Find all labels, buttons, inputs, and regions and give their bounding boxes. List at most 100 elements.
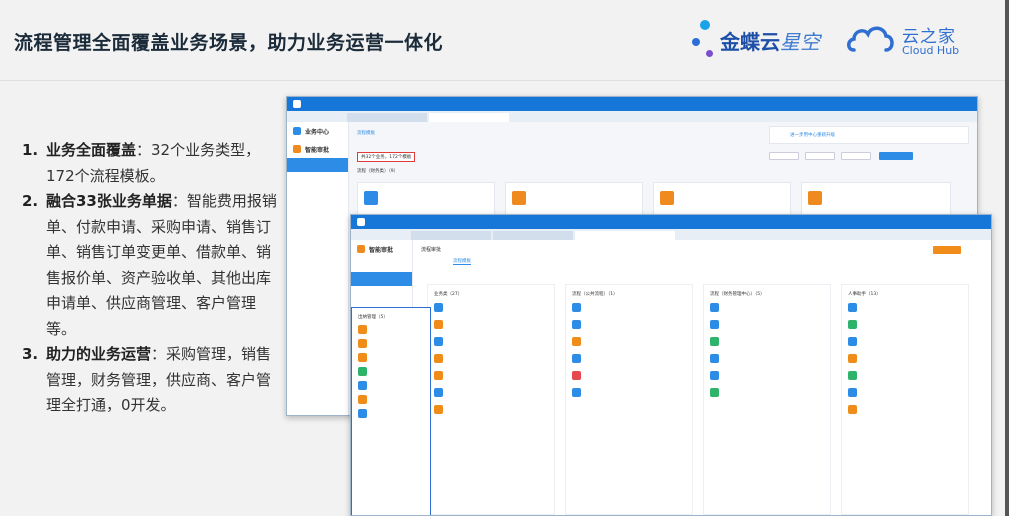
template-row[interactable] [428,333,554,350]
template-row[interactable] [428,401,554,418]
screenshot-approval-templates: 智能审批 流程审批 流程模板 业务类（27） 流程（公共流程）（1） 流程（财务… [350,214,992,516]
template-row[interactable] [566,350,692,367]
popup-row[interactable] [352,350,430,364]
doc-icon [434,354,443,363]
sidebar-item[interactable] [287,214,348,228]
doc-icon [710,320,719,329]
doc-icon [710,303,719,312]
group-label: 流程（财务类）（9） [357,169,399,174]
item-heading: 融合33张业务单据 [46,192,172,210]
template-row[interactable] [704,316,830,333]
sidebar-item-active[interactable] [351,272,412,286]
app-tabs [351,229,991,240]
doc-icon [434,405,443,414]
doc-icon [848,354,857,363]
action-button[interactable] [841,152,871,160]
feature-item: 2. 融合33张业务单据：智能费用报销单、付款申请、采购申请、销售订单、销售订单… [22,189,284,342]
main-panel: 流程审批 流程模板 业务类（27） 流程（公共流程）（1） 流程（财务管理中心）… [413,240,991,515]
doc-icon [572,371,581,380]
doc-icon [358,338,367,348]
sidebar-item[interactable] [287,186,348,200]
sidebar-item[interactable] [287,172,348,186]
doc-icon [358,352,367,362]
tab[interactable] [575,231,675,240]
doc-icon [434,388,443,397]
template-row[interactable] [566,299,692,316]
doc-icon [808,191,822,205]
frame-edge [1005,0,1009,516]
new-template-button[interactable] [879,152,913,160]
template-row[interactable] [842,401,968,418]
template-row[interactable] [428,350,554,367]
item-heading: 业务全面覆盖 [46,141,137,159]
sidebar-item[interactable] [287,200,348,214]
doc-icon [434,337,443,346]
kingdee-logo: 金蝶云星空 [692,16,842,60]
popup-row[interactable] [352,364,430,378]
popup-row[interactable] [352,406,430,420]
template-row[interactable] [704,333,830,350]
popup-row[interactable] [352,392,430,406]
template-row[interactable] [704,384,830,401]
doc-icon [358,380,367,390]
column-header: 流程（财务管理中心）（5） [710,292,765,297]
item-heading: 助力的业务运营 [46,345,152,363]
column-header: 人事助手（13） [848,292,881,297]
template-row[interactable] [566,367,692,384]
template-row[interactable] [704,350,830,367]
feature-list: 1. 业务全面覆盖：32个业务类型，172个流程模板。 2. 融合33张业务单据… [22,138,284,419]
sidebar-item[interactable] [351,258,412,272]
kingdee-wordmark: 金蝶云星空 [720,26,820,55]
tab[interactable] [411,231,491,240]
primary-button[interactable] [933,246,961,254]
template-row[interactable] [566,316,692,333]
sidebar-item[interactable] [351,286,412,300]
tab-templates[interactable]: 流程模板 [453,258,471,265]
template-row[interactable] [566,333,692,350]
template-row[interactable] [704,367,830,384]
sidebar-item-active[interactable] [287,158,348,172]
template-row[interactable] [428,299,554,316]
doc-icon [710,337,719,346]
template-row[interactable] [842,316,968,333]
popup-row[interactable] [352,378,430,392]
template-row[interactable] [704,299,830,316]
doc-icon [434,320,443,329]
template-row[interactable] [842,350,968,367]
action-button[interactable] [805,152,835,160]
sidebar: 业务中心 智能审批 [287,122,349,415]
template-row[interactable] [428,316,554,333]
template-row[interactable] [428,367,554,384]
doc-icon [358,394,367,404]
sidebar-title: 业务中心 [287,122,348,140]
template-row[interactable] [842,367,968,384]
template-row[interactable] [428,384,554,401]
template-row[interactable] [842,333,968,350]
tab[interactable] [429,113,509,122]
cloud-icon [847,26,894,52]
popup-row[interactable] [352,336,430,350]
sidebar-app[interactable]: 智能审批 [287,140,348,158]
app-header [351,215,991,229]
sidebar-app[interactable]: 智能审批 [351,240,412,258]
template-row[interactable] [842,384,968,401]
doc-icon [572,388,581,397]
doc-icon [572,354,581,363]
action-button[interactable] [769,152,799,160]
tab-templates[interactable]: 流程模板 [357,130,375,136]
doc-icon [848,337,857,346]
template-count-highlight: 共32个业务，172个模板 [357,152,416,162]
feature-item: 3. 助力的业务运营：采购管理，销售管理，财务管理，供应商、客户管理全打通，0开… [22,342,284,419]
yunzhijia-en: Cloud Hub [902,44,960,57]
doc-icon [710,354,719,363]
tab[interactable] [347,113,427,122]
template-row[interactable] [566,384,692,401]
promo-banner[interactable]: 进一步用中心重磅升级 [769,126,969,144]
popup-row[interactable] [352,322,430,336]
template-row[interactable] [842,299,968,316]
approval-icon [293,145,301,153]
tab[interactable] [493,231,573,240]
money-icon [512,191,526,205]
doc-icon [848,303,857,312]
slide: 流程管理全面覆盖业务场景，助力业务运营一体化 金蝶云星空 云之家 Cloud H… [0,0,1009,516]
